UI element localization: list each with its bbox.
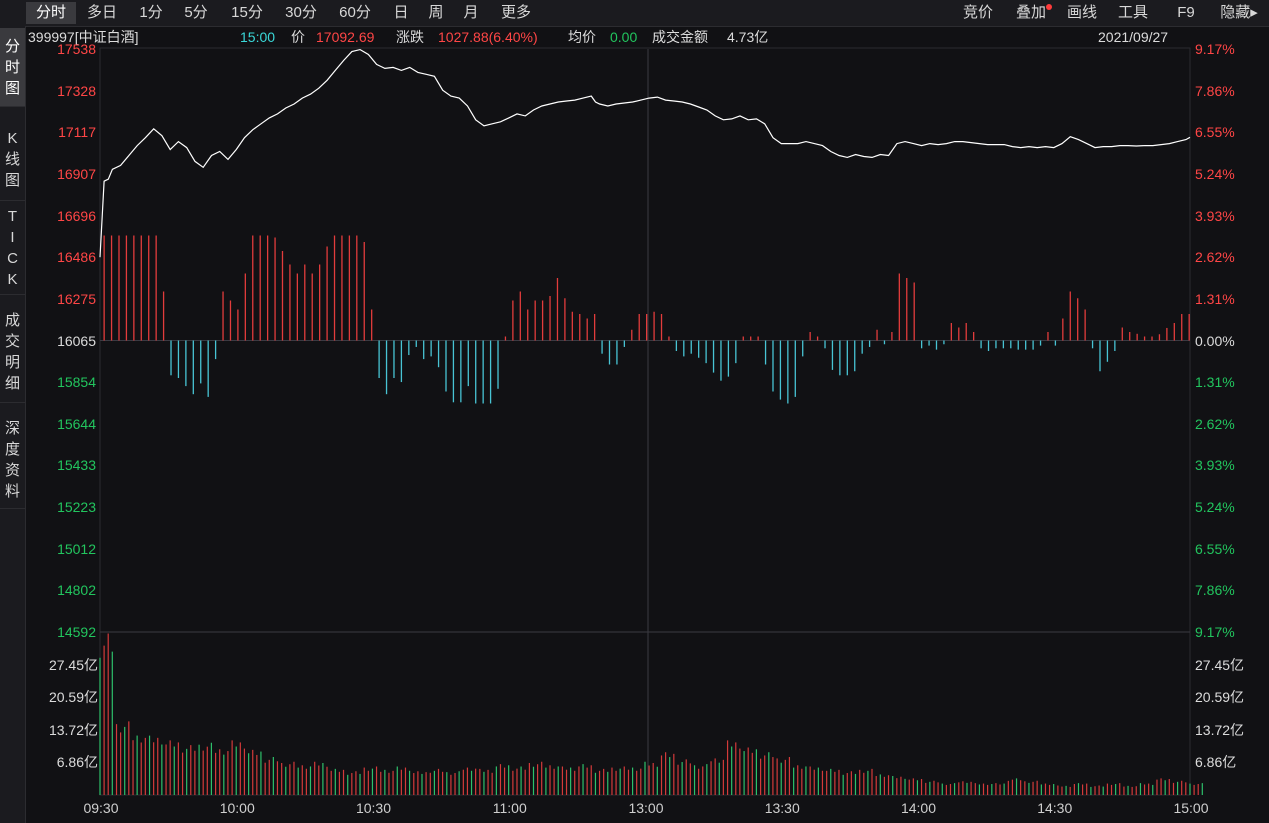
time-tick-label: 10:30: [355, 800, 392, 816]
price-tick-label: 16907: [57, 165, 96, 182]
percent-tick-label: 2.62%: [1195, 249, 1235, 266]
percent-tick-label: 2.62%: [1195, 415, 1235, 432]
time-tick-label: 13:30: [764, 800, 800, 816]
percent-tick-label: 1.31%: [1195, 290, 1235, 307]
chart-frame: [99, 47, 1191, 796]
percent-tick-label: 7.86%: [1195, 582, 1235, 599]
intraday-chart[interactable]: [0, 0, 1269, 823]
price-line: [99, 48, 1191, 258]
price-tick-label: 16065: [57, 332, 96, 349]
volume-tick-label-left: 6.86亿: [56, 754, 98, 771]
volume-tick-label-right: 20.59亿: [1195, 689, 1245, 706]
price-tick-label: 15012: [57, 540, 96, 557]
percent-tick-label: 0.00%: [1195, 332, 1235, 349]
time-tick-label: 09:30: [83, 800, 119, 816]
time-tick-label: 11:00: [492, 800, 527, 816]
percent-tick-label: 3.93%: [1195, 207, 1235, 224]
volume-tick-label-left: 13.72亿: [48, 721, 98, 738]
price-tick-label: 16275: [57, 290, 96, 307]
volume-tick-label-right: 6.86亿: [1195, 754, 1237, 771]
price-tick-label: 17117: [58, 124, 96, 141]
time-tick-label: 15:00: [1173, 800, 1209, 816]
percent-tick-label: 5.24%: [1195, 499, 1235, 516]
price-tick-label: 16486: [57, 249, 96, 266]
percent-tick-label: 5.24%: [1195, 165, 1235, 182]
percent-tick-label: 6.55%: [1195, 540, 1235, 557]
volume-tick-label-left: 27.45亿: [48, 656, 98, 673]
percent-tick-label: 1.31%: [1195, 374, 1235, 391]
price-tick-label: 17538: [57, 41, 96, 57]
price-tick-label: 15644: [57, 415, 96, 432]
price-tick-label: 16696: [57, 207, 96, 224]
price-tick-label: 15433: [57, 457, 96, 474]
percent-tick-label: 9.17%: [1195, 41, 1235, 57]
price-tick-label: 15223: [57, 499, 96, 516]
volume-tick-label-right: 27.45亿: [1195, 656, 1245, 673]
time-tick-label: 14:30: [1037, 800, 1073, 816]
time-tick-label: 10:00: [219, 800, 255, 816]
time-tick-label: 13:00: [628, 800, 664, 816]
time-tick-label: 14:00: [900, 800, 937, 816]
price-tick-label: 15854: [57, 374, 96, 391]
percent-tick-label: 3.93%: [1195, 457, 1235, 474]
price-tick-label: 17328: [57, 82, 96, 99]
volume-tick-label-right: 13.72亿: [1195, 721, 1245, 738]
percent-tick-label: 6.55%: [1195, 124, 1235, 141]
percent-tick-label: 9.17%: [1195, 624, 1235, 640]
price-tick-label: 14592: [57, 624, 96, 640]
price-tick-label: 14802: [57, 582, 96, 599]
percent-tick-label: 7.86%: [1195, 82, 1235, 99]
volume-tick-label-left: 20.59亿: [48, 689, 98, 706]
